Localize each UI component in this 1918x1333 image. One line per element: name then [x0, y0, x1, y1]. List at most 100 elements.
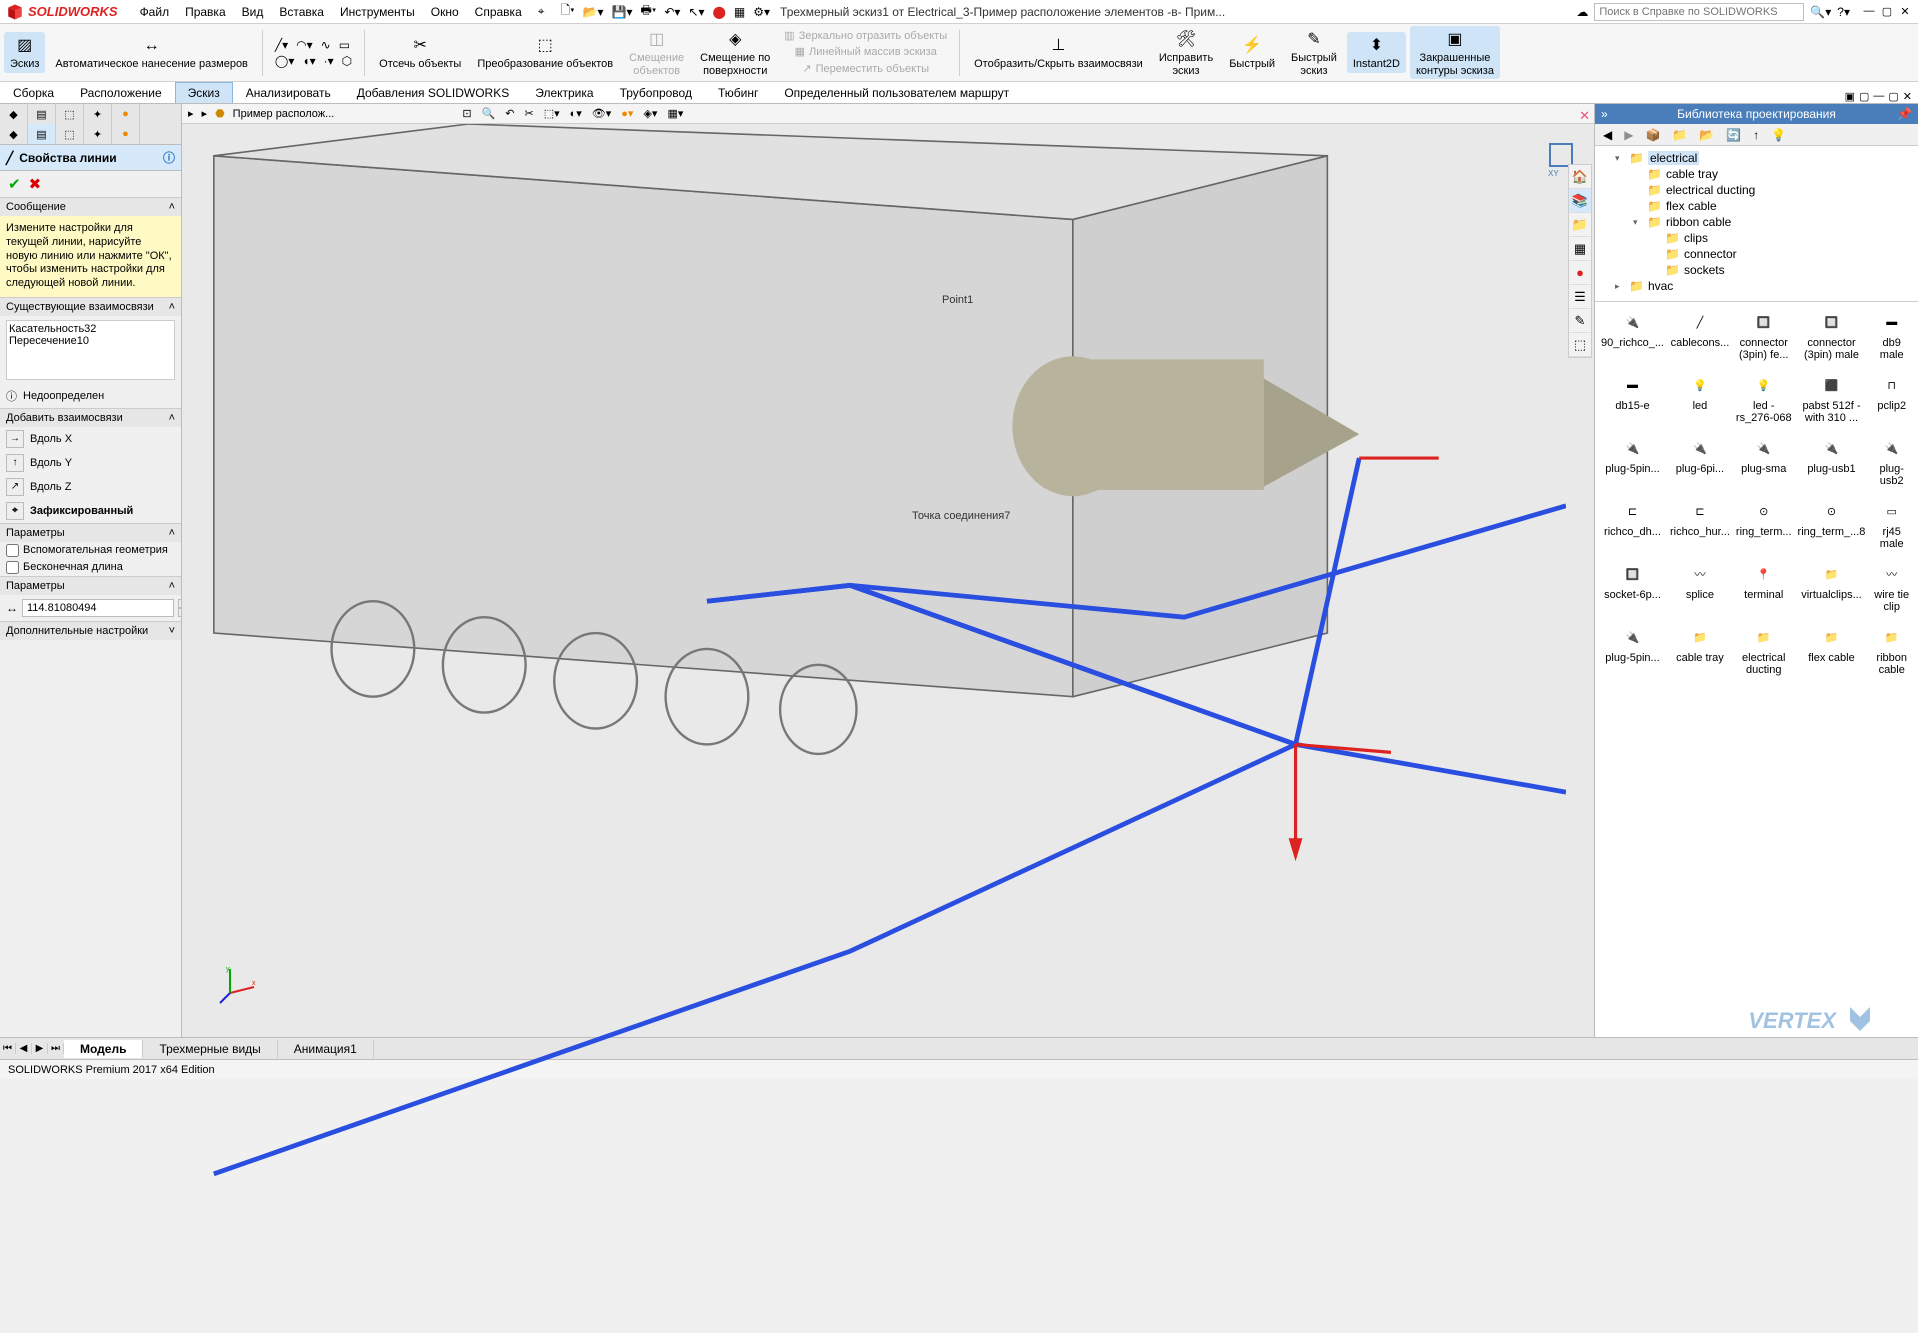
help-icon[interactable]: ?▾: [1837, 5, 1850, 19]
slot-tool-icon[interactable]: ◖▾: [302, 54, 315, 68]
library-item[interactable]: 🔌plug-sma: [1734, 434, 1794, 489]
taskpane-appearance-icon[interactable]: ●: [1569, 261, 1591, 285]
doc-max-icon[interactable]: ▢: [1888, 90, 1898, 103]
line-tool-icon[interactable]: ╱▾: [275, 38, 288, 52]
ribbon-repair[interactable]: 🛠Исправить эскиз: [1153, 26, 1219, 78]
rebuild-icon[interactable]: ⬤: [712, 5, 725, 19]
library-grid[interactable]: 🔌90_richco_...╱cablecons...🔲connector (3…: [1595, 302, 1918, 1037]
library-item[interactable]: 📁ribbon cable: [1869, 623, 1914, 678]
ribbon-trim[interactable]: ✂Отсечь объекты: [373, 32, 467, 72]
library-item[interactable]: 〰splice: [1668, 560, 1732, 615]
library-item[interactable]: ⊏richco_hur...: [1668, 497, 1732, 552]
tree-item[interactable]: 📁connector: [1597, 246, 1916, 262]
pm-tab2-5-icon[interactable]: ●: [112, 124, 140, 144]
pm-section-params[interactable]: Параметры˄: [0, 576, 181, 595]
doc-close-icon[interactable]: ✕: [1903, 90, 1912, 103]
taskpane-explorer-icon[interactable]: 📁: [1569, 213, 1591, 237]
tab-prev-icon[interactable]: ◀: [16, 1043, 32, 1054]
tab-sketch[interactable]: Эскиз: [175, 82, 233, 103]
minimize-icon[interactable]: —: [1862, 5, 1876, 19]
spline-tool-icon[interactable]: ∿: [321, 38, 331, 52]
library-menu-icon[interactable]: »: [1601, 107, 1608, 121]
bottom-tab-model[interactable]: Модель: [64, 1040, 143, 1058]
library-item[interactable]: ⊏richco_dh...: [1599, 497, 1666, 552]
edit-appearance-icon[interactable]: ●▾: [621, 107, 633, 120]
menu-insert[interactable]: Вставка: [271, 5, 332, 19]
taskpane-view-icon[interactable]: ▦: [1569, 237, 1591, 261]
tree-item[interactable]: 📁electrical ducting: [1597, 182, 1916, 198]
breadcrumb-icon[interactable]: ▸: [202, 107, 208, 120]
relation-along-z[interactable]: ↗Вдоль Z: [0, 475, 181, 499]
library-item[interactable]: ▭rj45 male: [1869, 497, 1914, 552]
library-item[interactable]: 📁electrical ducting: [1734, 623, 1794, 678]
tree-expand-icon[interactable]: ▸: [1615, 281, 1625, 292]
lib-add-loc-icon[interactable]: 📦: [1645, 128, 1660, 142]
pm-help-icon[interactable]: ⓘ: [163, 149, 175, 166]
close-icon[interactable]: ✕: [1898, 5, 1912, 19]
ribbon-smart-dimension[interactable]: ↔Автоматическое нанесение размеров: [49, 32, 253, 72]
undo-icon[interactable]: ↶▾: [664, 5, 680, 19]
ribbon-instant2d[interactable]: ⬍Instant2D: [1347, 32, 1406, 72]
exit-sketch-icon[interactable]: ✕: [1579, 108, 1590, 124]
lib-back-icon[interactable]: ◀: [1603, 128, 1612, 142]
tab-assembly[interactable]: Сборка: [0, 82, 67, 103]
pm-existing-list[interactable]: Касательность32 Пересечение10: [6, 320, 175, 380]
display-style-icon[interactable]: ◐▾: [570, 107, 582, 120]
tab-layout[interactable]: Расположение: [67, 82, 175, 103]
pm-tab2-1-icon[interactable]: ◆: [0, 124, 28, 144]
library-item[interactable]: 💡led - rs_276-068: [1734, 371, 1794, 426]
hide-show-icon[interactable]: 👁▾: [592, 107, 612, 120]
prev-view-icon[interactable]: ↶: [505, 107, 514, 120]
library-item[interactable]: 💡led: [1668, 371, 1732, 426]
help-search-input[interactable]: [1594, 3, 1804, 21]
zoom-fit-icon[interactable]: ⊡: [462, 107, 471, 120]
library-item[interactable]: ▬db15-e: [1599, 371, 1666, 426]
model-canvas[interactable]: [182, 124, 1566, 1333]
options-icon[interactable]: ▦: [734, 5, 745, 19]
option-infinite[interactable]: Бесконечная длина: [0, 559, 181, 576]
view-orientation-icon[interactable]: ⬚▾: [544, 107, 560, 120]
taskpane-library-icon[interactable]: 📚: [1569, 189, 1591, 213]
library-item[interactable]: 🔲connector (3pin) fe...: [1734, 308, 1794, 363]
lib-up-icon[interactable]: ↑: [1753, 128, 1759, 142]
pm-section-additional[interactable]: Дополнительные настройки˅: [0, 621, 181, 640]
view-settings-icon[interactable]: ▦▾: [667, 107, 683, 120]
lib-new-folder-icon[interactable]: 📁: [1672, 128, 1687, 142]
library-item[interactable]: 🔌plug-usb2: [1869, 434, 1914, 489]
taskpane-custom-icon[interactable]: ⬚: [1569, 333, 1591, 357]
library-item[interactable]: 📁cable tray: [1668, 623, 1732, 678]
ribbon-show-relations[interactable]: ⊥Отобразить/Скрыть взаимосвязи: [968, 32, 1149, 72]
tab-last-icon[interactable]: ⏭: [48, 1043, 64, 1054]
menu-tools[interactable]: Инструменты: [332, 5, 423, 19]
pm-tab-display-icon[interactable]: ⬚: [56, 104, 84, 124]
relation-along-x[interactable]: →Вдоль X: [0, 427, 181, 451]
tab-user-route[interactable]: Определенный пользователем маршрут: [771, 82, 1022, 103]
ribbon-quick-snap[interactable]: ⚡Быстрый: [1223, 32, 1281, 72]
list-item[interactable]: Касательность32: [9, 323, 172, 335]
search-icon[interactable]: 🔍▾: [1810, 5, 1831, 19]
library-item[interactable]: ▬db9 male: [1869, 308, 1914, 363]
library-item[interactable]: ⊙ring_term_...8: [1796, 497, 1868, 552]
tree-expand-icon[interactable]: ▾: [1633, 217, 1643, 228]
new-icon[interactable]: 🗋▾: [561, 1, 575, 22]
graphics-viewport[interactable]: ▸ ▸ ⬣ Пример располож... ⊡ 🔍 ↶ ✂ ⬚▾ ◐▾ 👁…: [182, 104, 1594, 1037]
lib-fwd-icon[interactable]: ▶: [1624, 128, 1633, 142]
ribbon-sketch[interactable]: ▨Эскиз: [4, 32, 45, 72]
lib-cfg-icon[interactable]: 💡: [1771, 128, 1786, 142]
ribbon-offset-surface[interactable]: ◈Смещение по поверхности: [694, 26, 776, 78]
open-icon[interactable]: 📂▾: [583, 5, 604, 19]
pm-section-options[interactable]: Параметры˄: [0, 523, 181, 542]
library-item[interactable]: ╱cablecons...: [1668, 308, 1732, 363]
arc-tool-icon[interactable]: ◠▾: [296, 38, 313, 52]
tab-electrical[interactable]: Электрика: [522, 82, 606, 103]
section-view-icon[interactable]: ✂: [524, 107, 533, 120]
pm-section-existing[interactable]: Существующие взаимосвязи˄: [0, 297, 181, 316]
pm-section-add[interactable]: Добавить взаимосвязи˄: [0, 408, 181, 427]
pm-tab2-4-icon[interactable]: ✦: [84, 124, 112, 144]
taskpane-props-icon[interactable]: ☰: [1569, 285, 1591, 309]
pm-tab-appearance-icon[interactable]: ●: [112, 104, 140, 124]
tree-item[interactable]: 📁flex cable: [1597, 198, 1916, 214]
point-tool-icon[interactable]: ·▾: [324, 54, 334, 68]
polygon-tool-icon[interactable]: ⬡: [342, 54, 352, 68]
menu-file[interactable]: Файл: [132, 5, 178, 19]
